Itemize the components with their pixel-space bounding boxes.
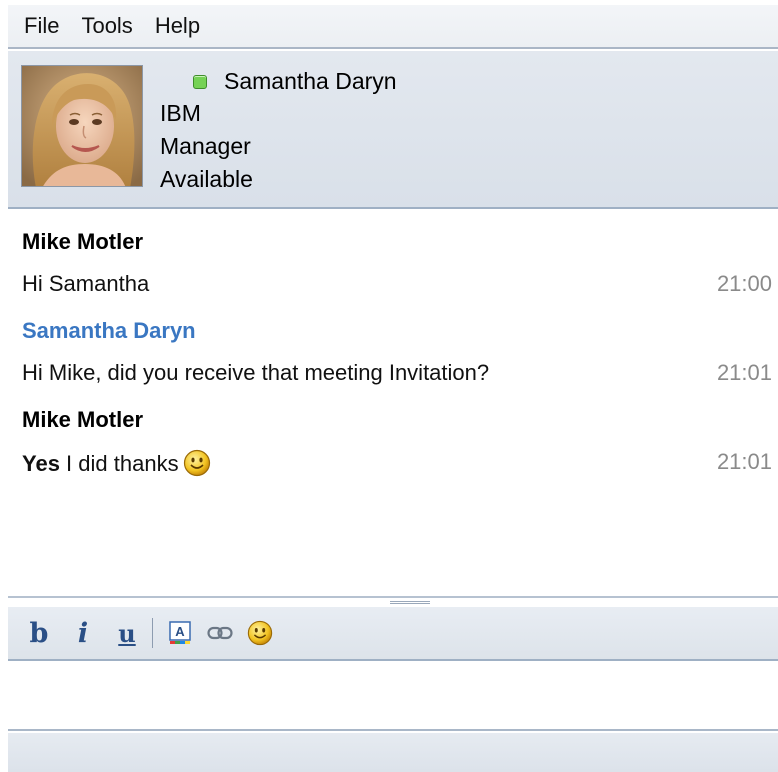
menu-help[interactable]: Help	[155, 13, 200, 39]
message-text-rest: I did thanks	[59, 451, 179, 476]
message-sender: Mike Motler	[22, 407, 144, 432]
message-text-bold: Yes	[22, 451, 60, 476]
avatar-photo	[22, 66, 142, 186]
italic-button[interactable]: i	[72, 615, 94, 651]
menu-bar: File Tools Help	[8, 5, 778, 49]
message-text: Yes I did thanks	[22, 449, 211, 483]
chat-transcript[interactable]: Mike Motler Hi Samantha 21:00 Samantha D…	[0, 211, 778, 596]
underline-button[interactable]: u	[116, 615, 138, 651]
message-text: Hi Samantha	[22, 271, 150, 296]
message-input-area[interactable]	[8, 661, 778, 731]
font-color-icon[interactable]: A	[167, 615, 193, 651]
message-input[interactable]	[8, 661, 778, 729]
contact-name: Samantha Daryn	[224, 68, 397, 94]
contact-status: Available	[160, 166, 253, 192]
menu-tools[interactable]: Tools	[81, 13, 132, 39]
format-toolbar: b i u A	[8, 607, 778, 661]
bold-button[interactable]: b	[28, 615, 50, 651]
status-available-icon	[193, 75, 207, 89]
emoticon-icon[interactable]	[247, 615, 273, 651]
toolbar-separator	[152, 618, 153, 648]
avatar[interactable]	[21, 65, 143, 187]
message-sender: Mike Motler	[22, 229, 144, 254]
message-time: 21:00	[716, 271, 772, 296]
contact-header: Samantha Daryn IBM Manager Available	[8, 51, 778, 209]
contact-title: Manager	[160, 133, 251, 159]
splitter-grip-icon[interactable]	[390, 601, 430, 604]
link-icon[interactable]	[207, 615, 233, 651]
smiley-icon	[183, 449, 211, 483]
status-bar	[8, 733, 778, 772]
message-time: 21:01	[716, 360, 772, 385]
menu-file[interactable]: File	[24, 13, 59, 39]
contact-company: IBM	[160, 100, 201, 126]
message-time: 21:01	[716, 449, 772, 474]
svg-text:A: A	[175, 624, 185, 639]
message-sender: Samantha Daryn	[22, 318, 196, 343]
message-text: Hi Mike, did you receive that meeting In…	[22, 360, 490, 385]
